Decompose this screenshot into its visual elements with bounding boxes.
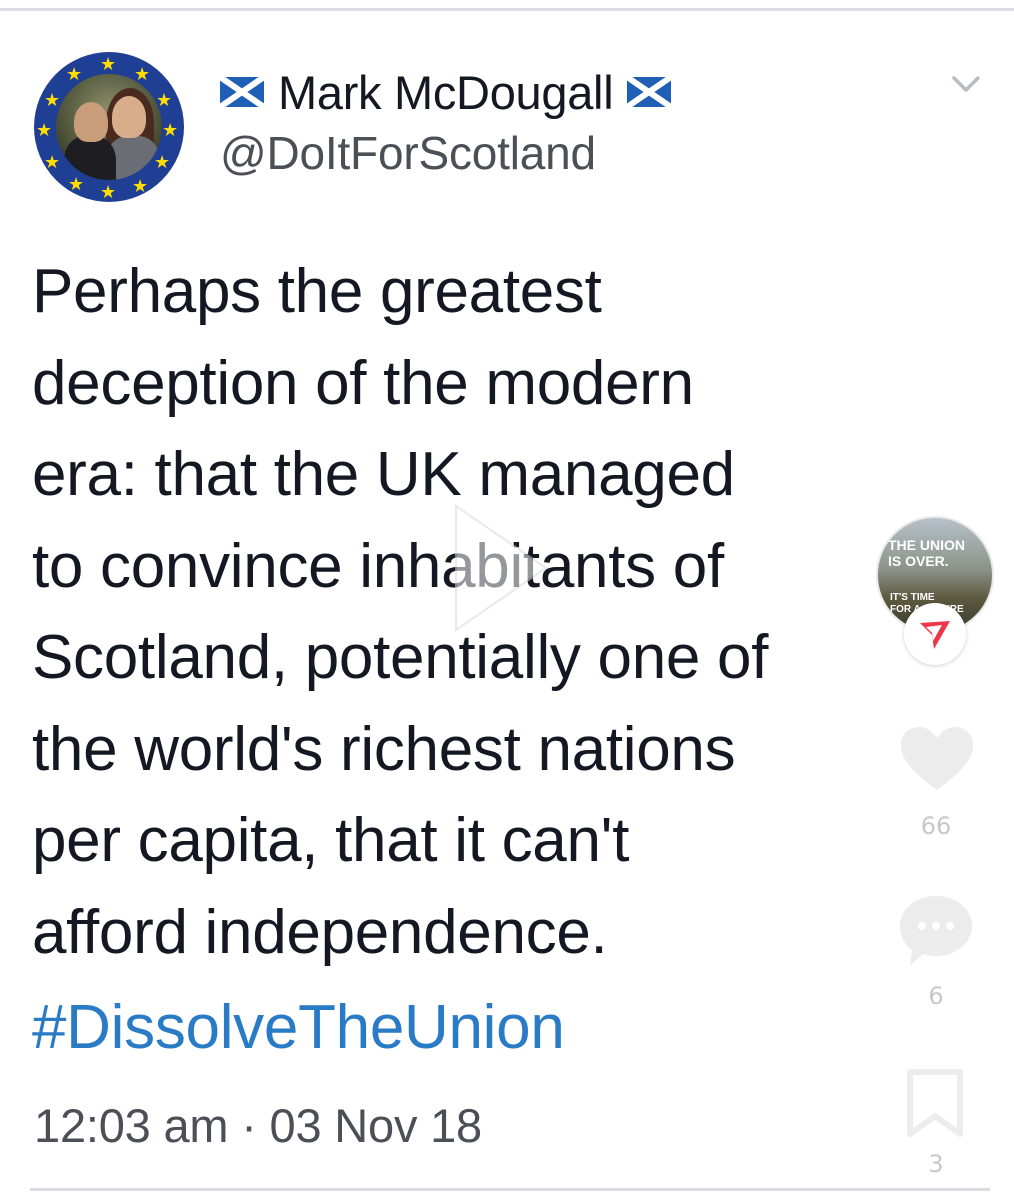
tweet-line: per capita, that it can't <box>32 806 630 875</box>
comment-icon[interactable] <box>896 892 976 970</box>
scotland-flag-icon <box>627 77 672 107</box>
send-icon <box>920 621 950 649</box>
tweet-line: Perhaps the greatest <box>32 257 602 326</box>
avatar[interactable]: ★ ★ ★ ★ ★ ★ ★ ★ ★ ★ ★ ★ <box>34 52 184 202</box>
tweet-line: deception of the modern <box>32 348 694 418</box>
tweet-line: afford independence. <box>32 897 608 967</box>
hashtag-link[interactable]: #DissolveTheUnion <box>32 990 565 1066</box>
story-subtitle-line: IT'S TIME <box>890 592 935 603</box>
save-count: 3 <box>928 1150 944 1178</box>
heart-icon[interactable] <box>898 724 976 794</box>
avatar-photo <box>56 74 162 180</box>
send-button[interactable] <box>904 603 966 665</box>
chevron-down-icon[interactable] <box>948 70 984 98</box>
tweet-timestamp: 12:03 am · 03 Nov 18 <box>34 1099 482 1152</box>
story-title-line: THE UNION <box>888 537 965 553</box>
bottom-divider <box>30 1188 990 1191</box>
bookmark-icon[interactable] <box>904 1068 966 1138</box>
author-handle[interactable]: @DoItForScotland <box>220 126 596 180</box>
scotland-flag-icon <box>220 77 264 107</box>
like-count: 66 <box>920 812 952 840</box>
top-divider <box>0 8 1014 11</box>
comment-count: 6 <box>928 982 944 1010</box>
author-name: Mark McDougall <box>278 65 614 119</box>
author-name-row[interactable]: Mark McDougall <box>220 64 672 120</box>
story-title-line: IS OVER. <box>888 553 949 569</box>
tweet-line: the world's richest nations <box>32 714 736 784</box>
play-icon[interactable] <box>446 498 556 638</box>
